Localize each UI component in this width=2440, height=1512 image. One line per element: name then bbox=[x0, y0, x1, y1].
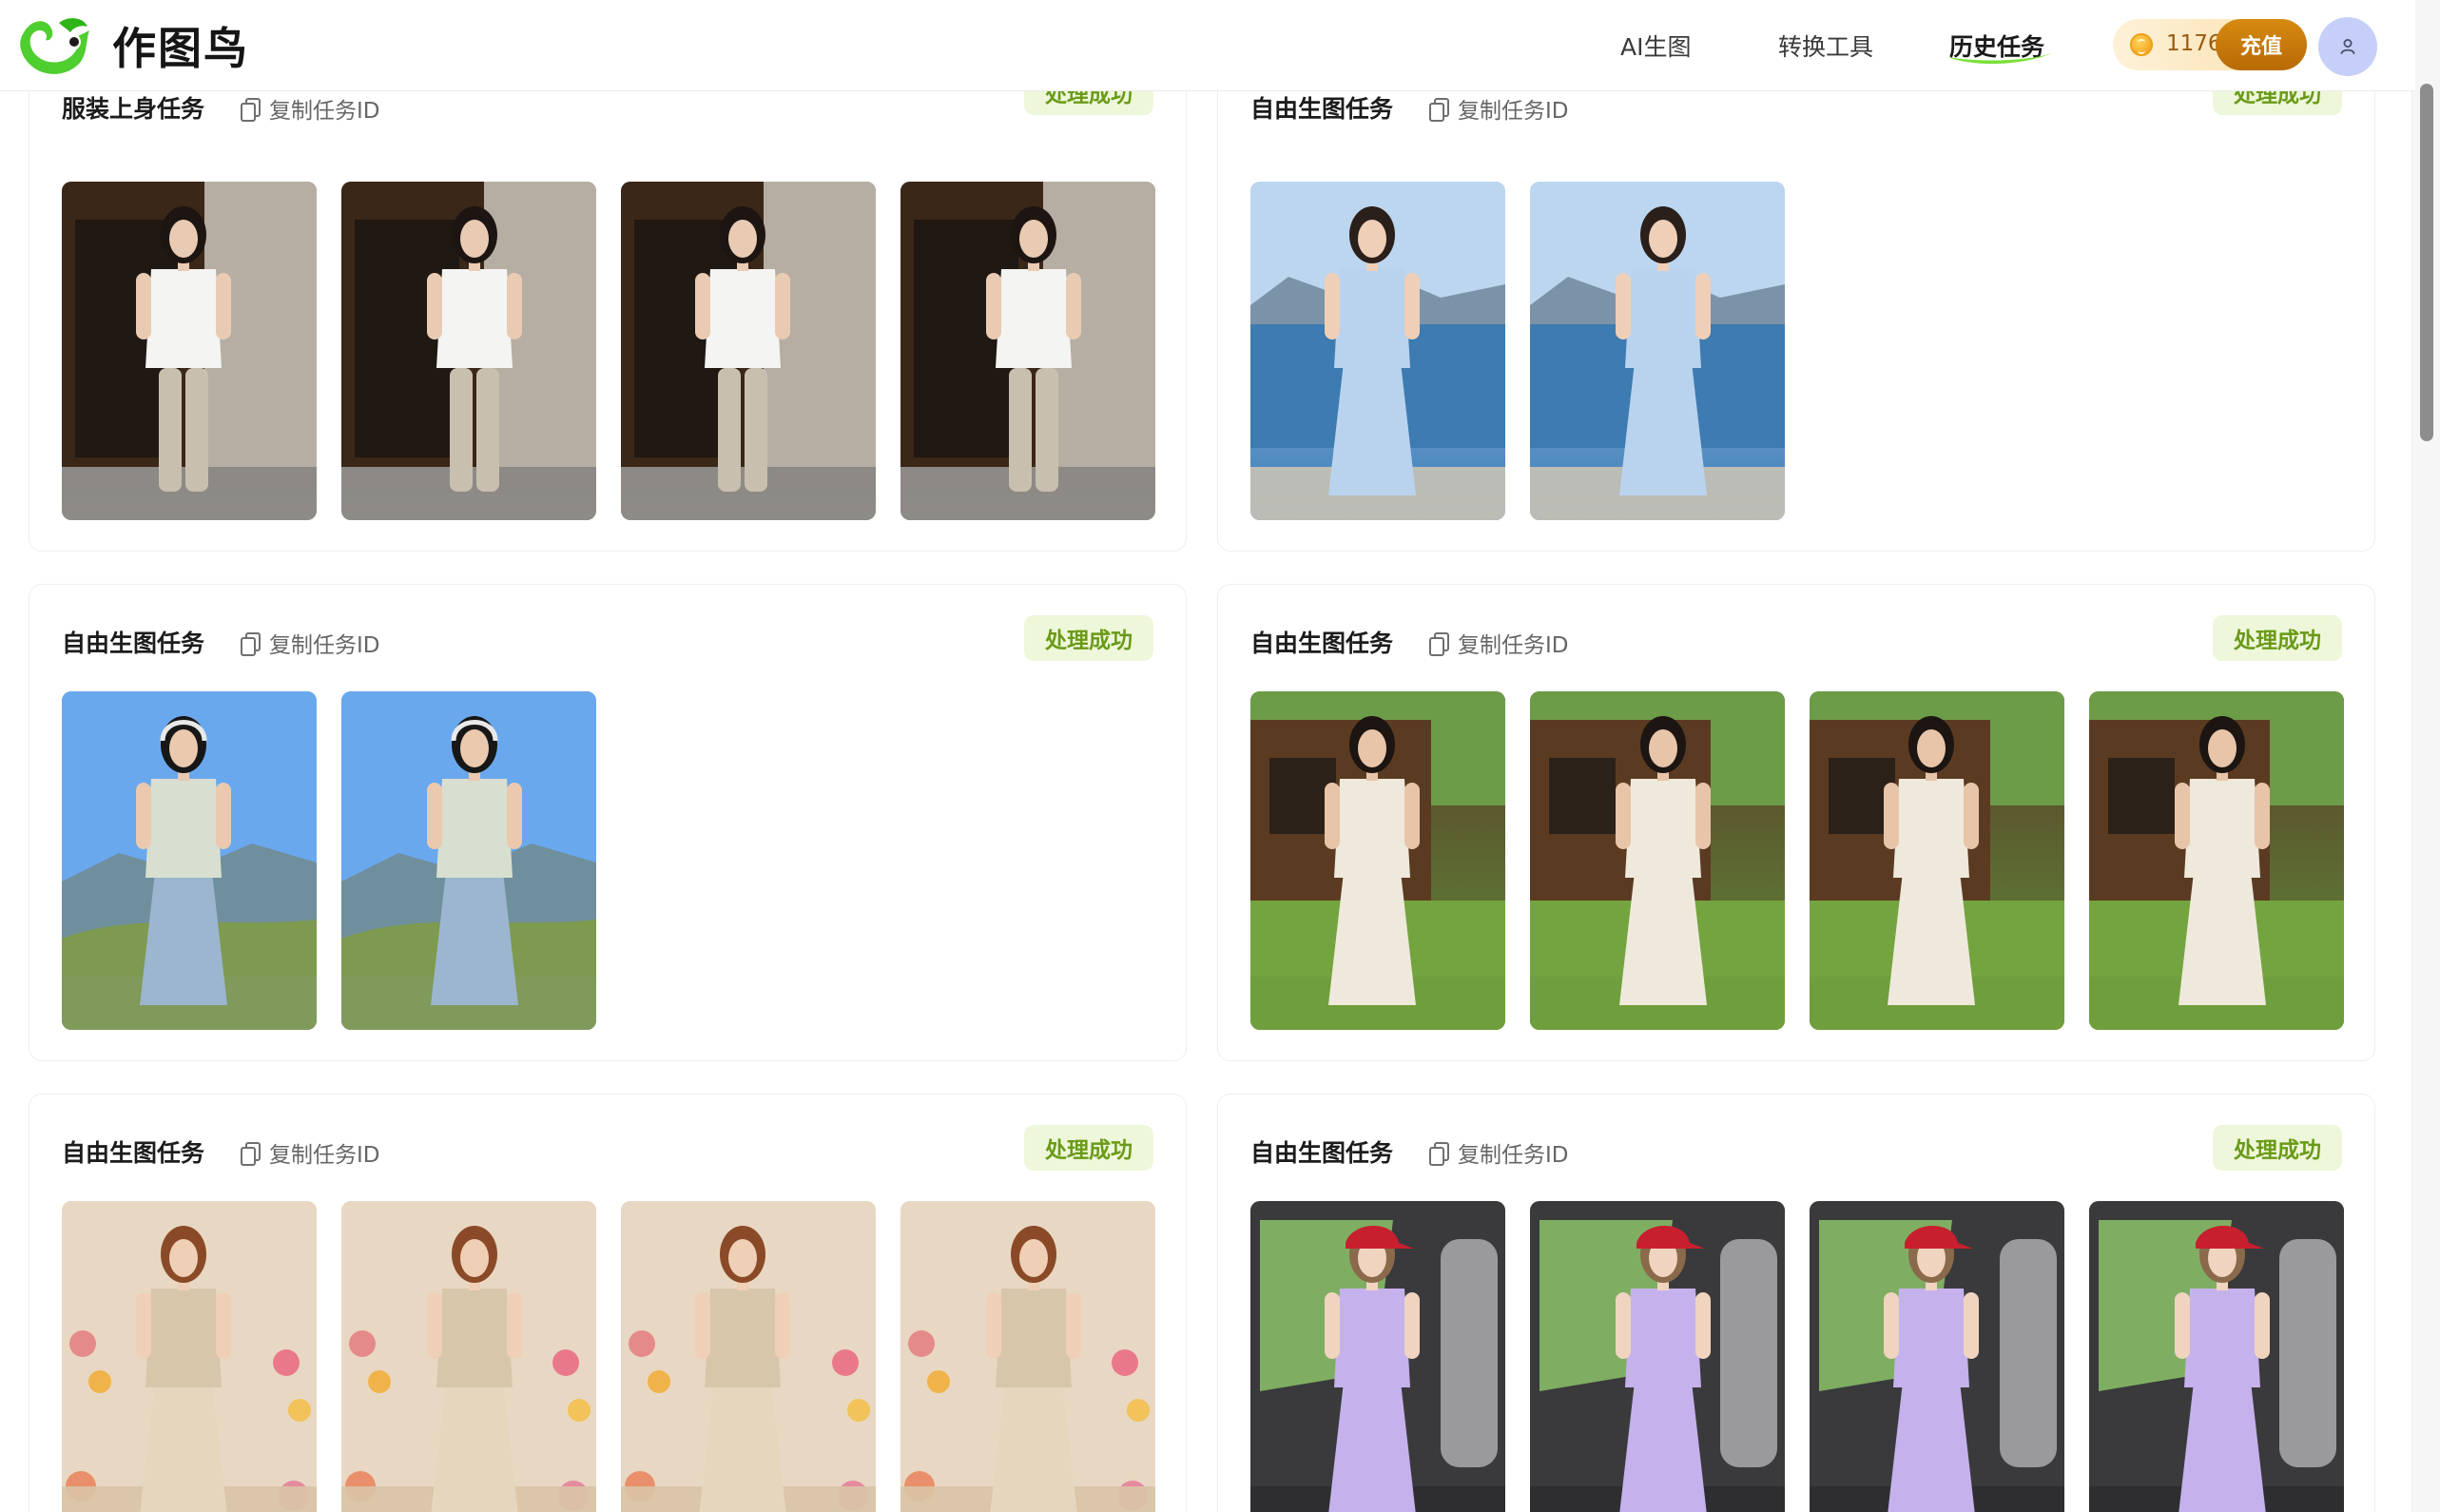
result-image[interactable] bbox=[2089, 691, 2344, 1030]
result-images bbox=[62, 691, 596, 1030]
copy-task-id-button[interactable]: 复制任务ID bbox=[241, 92, 380, 125]
copy-task-id-button[interactable]: 复制任务ID bbox=[241, 627, 380, 659]
result-image[interactable] bbox=[341, 182, 596, 520]
result-image[interactable] bbox=[62, 691, 317, 1030]
copy-task-id-button[interactable]: 复制任务ID bbox=[1429, 627, 1569, 659]
task-title: 自由生图任务 bbox=[1250, 630, 1394, 657]
bird-logo-icon bbox=[20, 18, 90, 74]
copy-icon bbox=[1429, 98, 1449, 122]
result-image[interactable] bbox=[62, 1201, 317, 1512]
status-badge: 处理成功 bbox=[2213, 615, 2342, 661]
result-image[interactable] bbox=[1810, 691, 2064, 1030]
copy-icon bbox=[1429, 1142, 1449, 1166]
result-images bbox=[62, 1201, 1155, 1512]
copy-task-id-label: 复制任务ID bbox=[269, 1143, 380, 1168]
app-name: 作图鸟 bbox=[112, 23, 249, 74]
task-title: 自由生图任务 bbox=[1250, 1139, 1394, 1167]
top-header: 作图鸟 AI生图 转换工具 历史任务 1176 充值 bbox=[0, 0, 2415, 91]
task-title: 自由生图任务 bbox=[62, 630, 205, 657]
copy-task-id-label: 复制任务ID bbox=[269, 99, 380, 124]
result-image[interactable] bbox=[62, 182, 317, 520]
result-image[interactable] bbox=[1810, 1201, 2064, 1512]
result-image[interactable] bbox=[900, 1201, 1155, 1512]
copy-task-id-label: 复制任务ID bbox=[269, 633, 380, 658]
task-card: 自由生图任务 复制任务ID 处理成功 bbox=[29, 584, 1187, 1061]
result-image[interactable] bbox=[1530, 1201, 1785, 1512]
task-card: 自由生图任务 复制任务ID 处理成功 bbox=[1217, 584, 2375, 1061]
result-image[interactable] bbox=[1530, 182, 1785, 520]
result-image[interactable] bbox=[621, 1201, 876, 1512]
copy-icon bbox=[241, 98, 261, 122]
task-card: 自由生图任务 复制任务ID 处理成功 bbox=[29, 1094, 1187, 1512]
logo[interactable]: 作图鸟 bbox=[17, 13, 249, 78]
result-images bbox=[1250, 691, 2344, 1030]
result-images bbox=[62, 182, 1155, 520]
copy-task-id-label: 复制任务ID bbox=[1458, 633, 1569, 658]
nav-ai-image[interactable]: AI生图 bbox=[1620, 29, 1691, 63]
result-image[interactable] bbox=[341, 691, 596, 1030]
credit-count: 1176 bbox=[2166, 31, 2222, 56]
copy-icon bbox=[241, 632, 261, 656]
result-image[interactable] bbox=[621, 182, 876, 520]
status-badge: 处理成功 bbox=[1024, 615, 1153, 661]
result-images bbox=[1250, 182, 1785, 520]
result-image[interactable] bbox=[900, 182, 1155, 520]
task-title: 自由生图任务 bbox=[62, 1139, 205, 1167]
coin-icon bbox=[2130, 33, 2153, 56]
result-image[interactable] bbox=[1530, 691, 1785, 1030]
vertical-scrollbar[interactable] bbox=[2411, 0, 2440, 1512]
copy-task-id-button[interactable]: 复制任务ID bbox=[1429, 92, 1569, 125]
result-image[interactable] bbox=[341, 1201, 596, 1512]
result-image[interactable] bbox=[1250, 691, 1505, 1030]
active-underline bbox=[1947, 53, 2052, 65]
copy-icon bbox=[241, 1142, 261, 1166]
task-grid: 服装上身任务 复制任务ID 处理成功 自由生图任务 复制任务ID 处理成功 自由… bbox=[0, 0, 2411, 1512]
result-image[interactable] bbox=[1250, 182, 1505, 520]
copy-icon bbox=[1429, 632, 1449, 656]
status-badge: 处理成功 bbox=[1024, 1125, 1153, 1171]
copy-task-id-button[interactable]: 复制任务ID bbox=[241, 1136, 380, 1169]
copy-task-id-button[interactable]: 复制任务ID bbox=[1429, 1136, 1569, 1169]
copy-task-id-label: 复制任务ID bbox=[1458, 1143, 1569, 1168]
user-avatar[interactable] bbox=[2318, 17, 2377, 76]
recharge-button[interactable]: 充值 bbox=[2216, 19, 2307, 70]
nav-convert-tools[interactable]: 转换工具 bbox=[1778, 29, 1873, 63]
result-image[interactable] bbox=[1250, 1201, 1505, 1512]
result-images bbox=[1250, 1201, 2344, 1512]
task-card: 自由生图任务 复制任务ID 处理成功 bbox=[1217, 1094, 2375, 1512]
user-icon bbox=[2340, 39, 2355, 54]
task-title: 自由生图任务 bbox=[1250, 95, 1394, 123]
task-title: 服装上身任务 bbox=[62, 95, 205, 123]
copy-task-id-label: 复制任务ID bbox=[1458, 99, 1569, 124]
history-page: 作图鸟 AI生图 转换工具 历史任务 1176 充值 服装上身任务 复制任务ID 处… bbox=[0, 0, 2440, 1512]
status-badge: 处理成功 bbox=[2213, 1125, 2342, 1171]
result-image[interactable] bbox=[2089, 1201, 2344, 1512]
scrollbar-thumb[interactable] bbox=[2420, 84, 2433, 441]
